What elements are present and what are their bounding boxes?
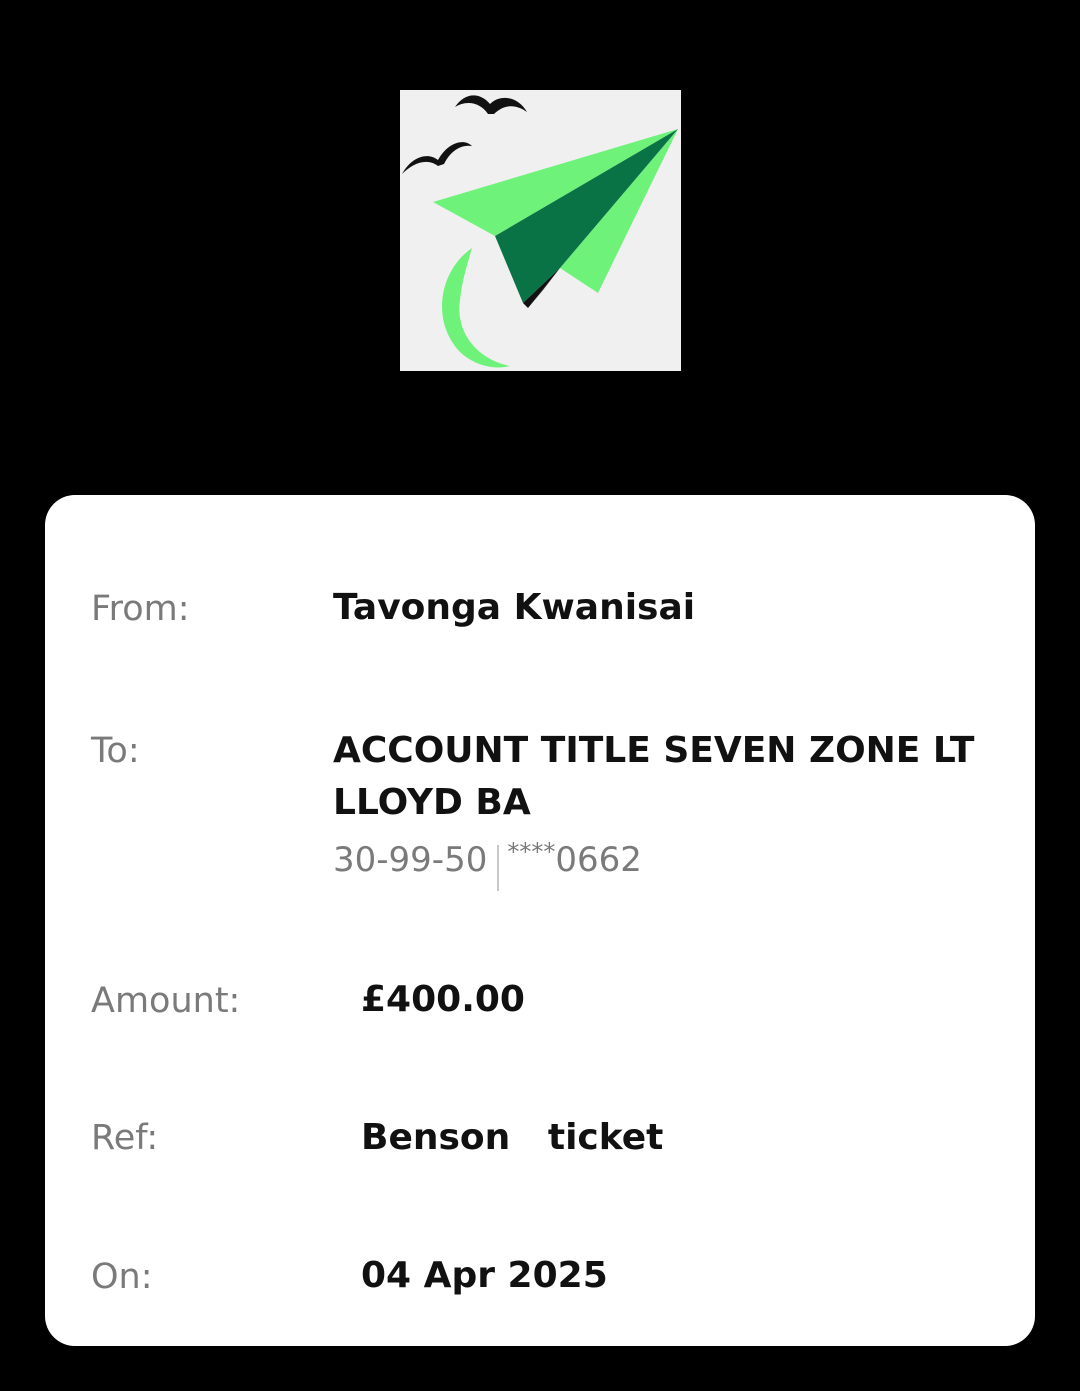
app-logo xyxy=(400,90,681,371)
to-name-line-2: LLOYD BA xyxy=(333,782,531,823)
from-value: Tavonga Kwanisai xyxy=(333,587,696,628)
date-label: On: xyxy=(91,1257,153,1297)
from-label: From: xyxy=(91,589,190,629)
ref-value: Benson ticket xyxy=(361,1117,664,1158)
paper-plane-icon xyxy=(402,95,678,368)
ref-label: Ref: xyxy=(91,1118,159,1158)
to-account-name: ACCOUNT TITLE SEVEN ZONE LT LLOYD BA xyxy=(333,725,990,829)
account-mask: **** xyxy=(507,838,556,866)
amount-value: £400.00 xyxy=(361,979,525,1020)
account-last4: 0662 xyxy=(555,840,642,880)
transfer-receipt-card: From: Tavonga Kwanisai To: ACCOUNT TITLE… xyxy=(45,495,1035,1346)
date-value: 04 Apr 2025 xyxy=(361,1255,608,1296)
to-name-line-1: ACCOUNT TITLE SEVEN ZONE LT xyxy=(333,730,975,771)
amount-label: Amount: xyxy=(91,981,241,1021)
sort-code: 30-99-50 xyxy=(333,840,488,880)
account-separator xyxy=(497,845,500,891)
to-label: To: xyxy=(91,731,140,771)
to-account-details: 30-99-50 **** 0662 xyxy=(333,837,642,891)
